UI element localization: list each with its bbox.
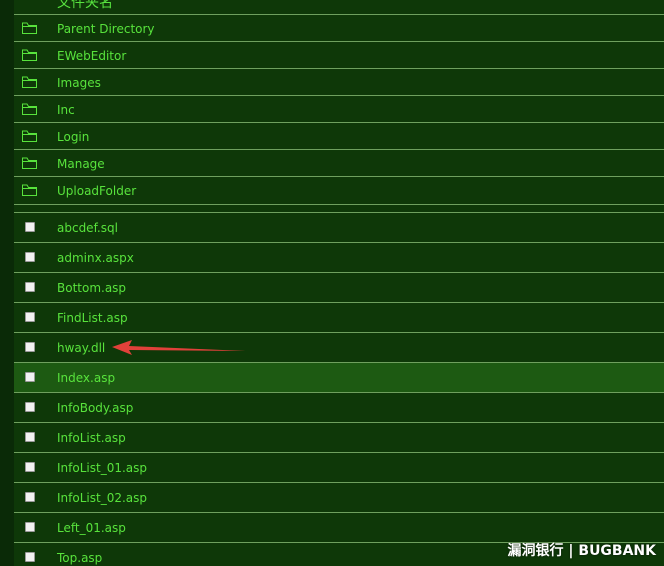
folder-icon [22,22,37,34]
file-name[interactable]: InfoBody.asp [57,401,133,415]
file-name[interactable]: abcdef.sql [57,221,118,235]
file-name[interactable]: InfoList.asp [57,431,126,445]
file-row-findlist-asp[interactable]: FindList.asp [14,302,664,332]
file-row-infobody-asp[interactable]: InfoBody.asp [14,392,664,422]
folder-name[interactable]: Images [57,76,101,90]
file-checkbox[interactable] [25,492,35,502]
file-name[interactable]: Top.asp [57,551,102,565]
file-checkbox[interactable] [25,282,35,292]
file-checkbox[interactable] [25,342,35,352]
watermark-logo: 漏洞银行 | BUGBANK [507,543,656,559]
folder-row-images[interactable]: Images [14,68,664,95]
file-name[interactable]: FindList.asp [57,311,128,325]
folder-name[interactable]: Inc [57,103,75,117]
file-checkbox[interactable] [25,402,35,412]
file-checkbox[interactable] [25,312,35,322]
folder-name[interactable]: Parent Directory [57,22,155,36]
folder-icon [22,184,37,196]
file-row-infolist-asp[interactable]: InfoList.asp [14,422,664,452]
folder-name[interactable]: Manage [57,157,105,171]
file-row-adminx-aspx[interactable]: adminx.aspx [14,242,664,272]
column-header: 文件夹名 [14,0,664,14]
file-row-abcdef-sql[interactable]: abcdef.sql [14,212,664,242]
folder-row-parent-directory[interactable]: Parent Directory [14,14,664,41]
folder-icon [22,76,37,88]
file-checkbox[interactable] [25,252,35,262]
red-arrow-icon [112,340,246,355]
file-row-bottom-asp[interactable]: Bottom.asp [14,272,664,302]
folder-name[interactable]: Login [57,130,89,144]
folder-row-ewebeditor[interactable]: EWebEditor [14,41,664,68]
file-name[interactable]: InfoList_02.asp [57,491,147,505]
column-header-title: 文件夹名 [57,0,113,11]
file-name[interactable]: adminx.aspx [57,251,134,265]
file-checkbox[interactable] [25,222,35,232]
folder-row-login[interactable]: Login [14,122,664,149]
file-checkbox[interactable] [25,552,35,562]
file-row-index-asp[interactable]: Index.asp [14,362,664,392]
folder-icon [22,157,37,169]
file-name[interactable]: hway.dll [57,341,105,355]
file-name[interactable]: InfoList_01.asp [57,461,147,475]
file-row-infolist-02-asp[interactable]: InfoList_02.asp [14,482,664,512]
folder-row-uploadfolder[interactable]: UploadFolder [14,176,664,203]
file-checkbox[interactable] [25,522,35,532]
file-row-infolist-01-asp[interactable]: InfoList_01.asp [14,452,664,482]
folder-icon [22,103,37,115]
folder-icon [22,130,37,142]
folder-name[interactable]: UploadFolder [57,184,136,198]
file-checkbox[interactable] [25,432,35,442]
file-checkbox[interactable] [25,462,35,472]
file-name[interactable]: Left_01.asp [57,521,126,535]
file-checkbox[interactable] [25,372,35,382]
file-name[interactable]: Bottom.asp [57,281,126,295]
section-divider [14,204,664,212]
folder-row-manage[interactable]: Manage [14,149,664,176]
folder-icon [22,49,37,61]
file-browser: 文件夹名 Parent Directory EWebEditor Images … [14,0,664,566]
folder-row-inc[interactable]: Inc [14,95,664,122]
file-name[interactable]: Index.asp [57,371,115,385]
folder-name[interactable]: EWebEditor [57,49,126,63]
file-row-left-01-asp[interactable]: Left_01.asp [14,512,664,542]
